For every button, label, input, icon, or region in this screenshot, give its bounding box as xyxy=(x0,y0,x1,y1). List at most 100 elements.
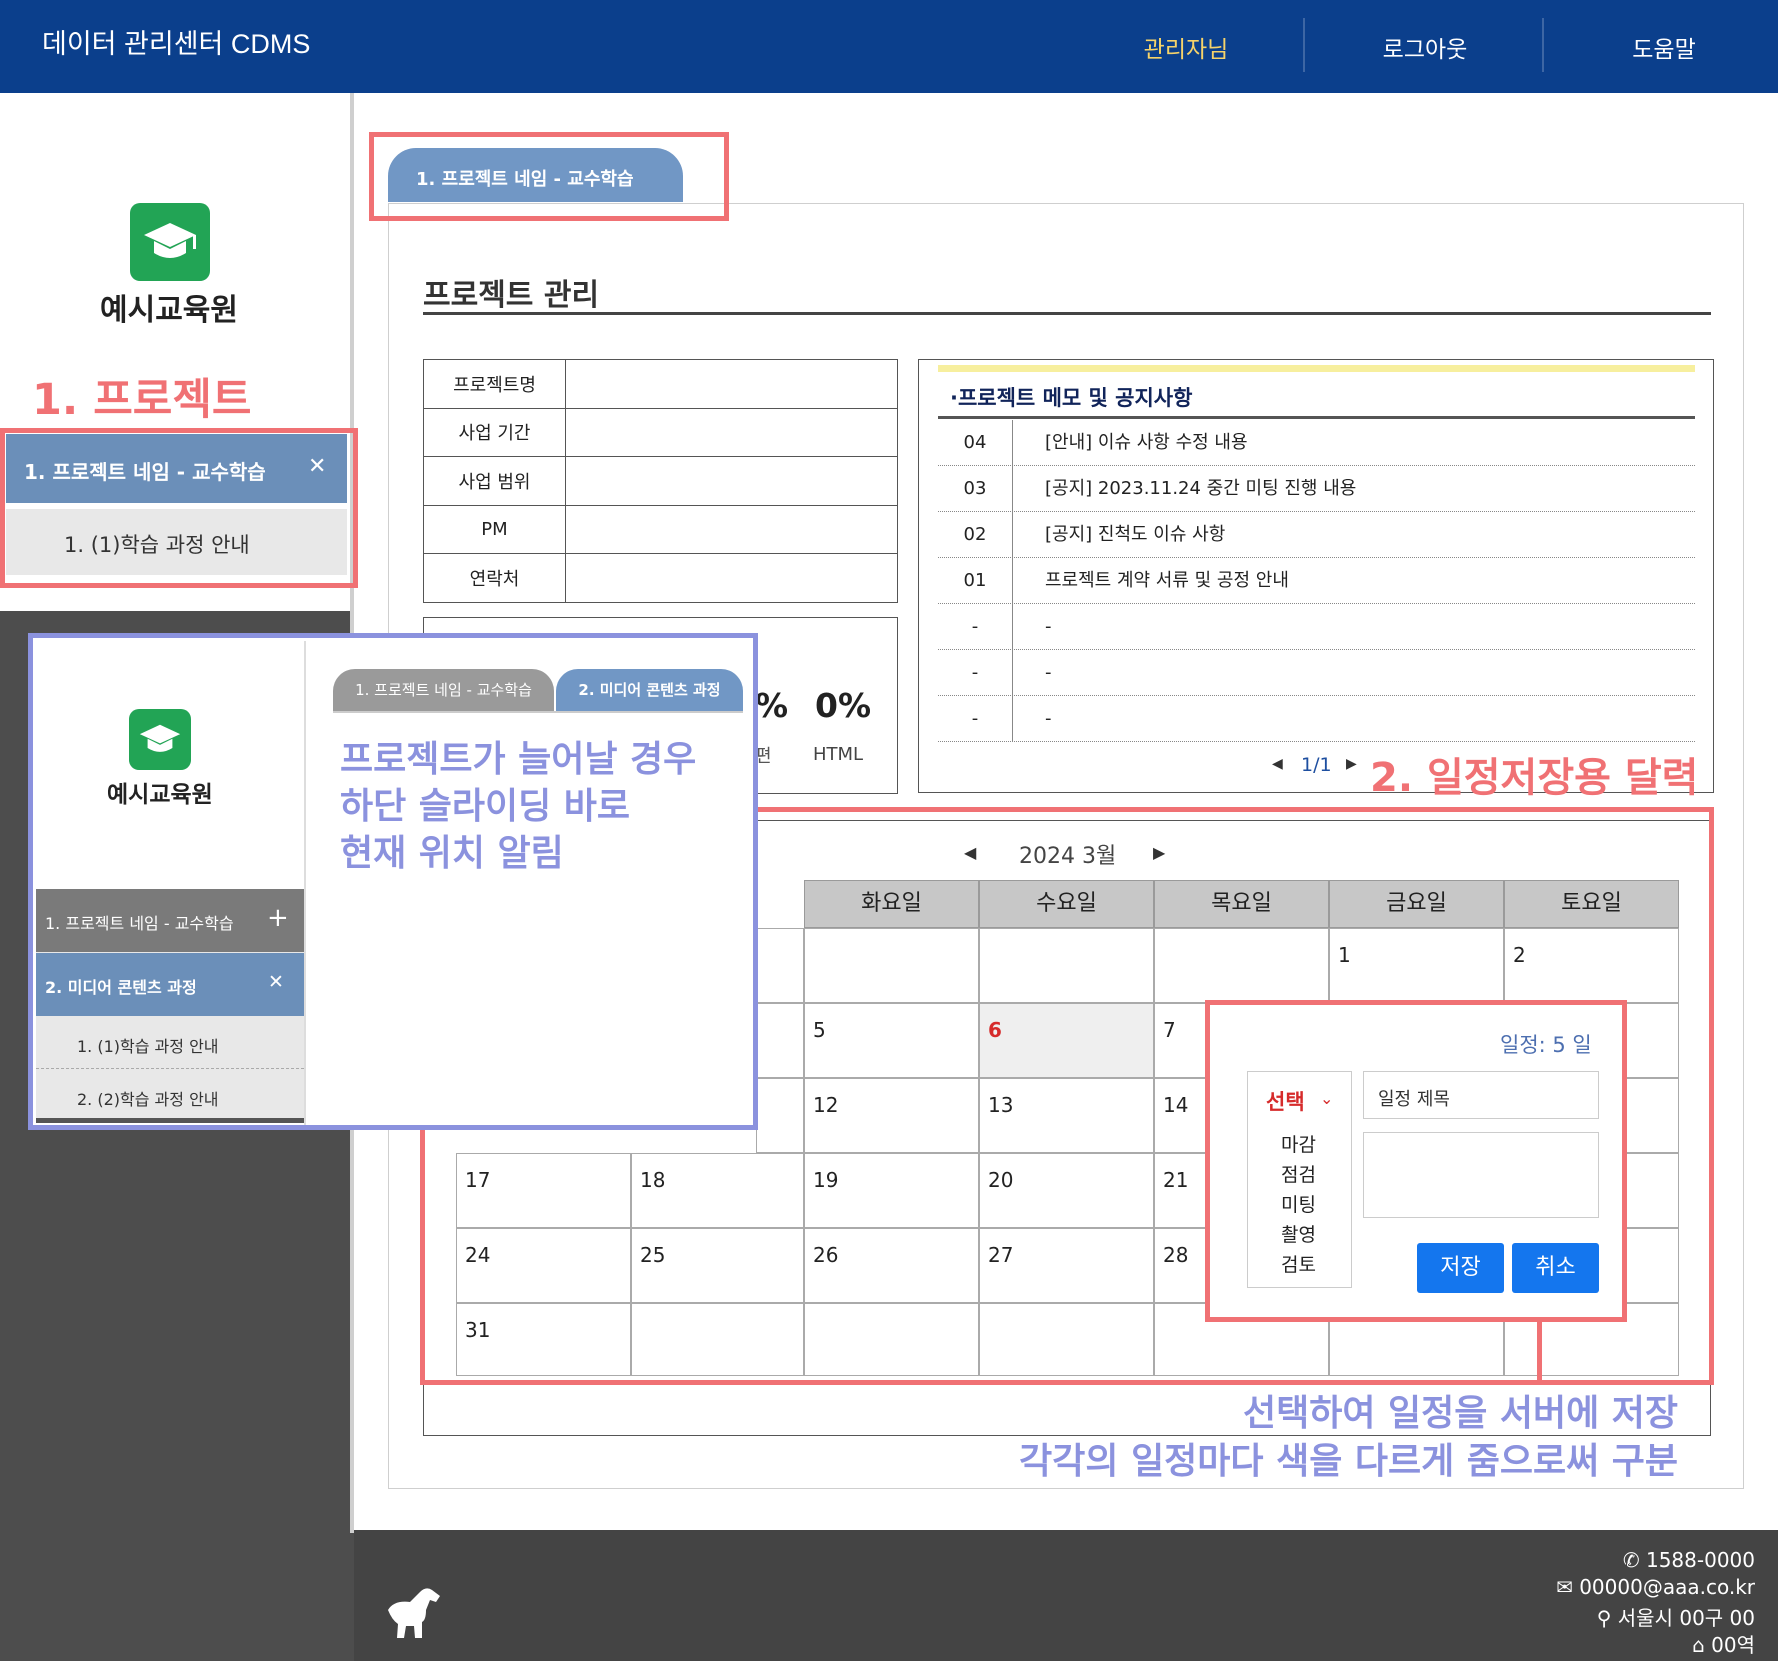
info-value-period[interactable] xyxy=(565,407,898,457)
notice-row[interactable]: 01 프로젝트 계약 서류 및 공정 안내 xyxy=(938,558,1695,604)
chevron-down-icon[interactable]: ⌄ xyxy=(1320,1089,1333,1108)
notice-title: ·프로젝트 메모 및 공지사항 xyxy=(950,386,1193,410)
preview-subitem[interactable]: 2. (2)학습 과정 안내 xyxy=(36,1069,304,1122)
annotation-line: 선택하여 일정을 서버에 저장 xyxy=(1242,1393,1678,1434)
preview-divider xyxy=(304,641,306,1125)
cancel-button[interactable]: 취소 xyxy=(1512,1243,1599,1293)
org-name: 예시교육원 xyxy=(100,293,238,328)
menu-item-label: 1. 프로젝트 네임 - 교수학습 xyxy=(45,914,234,933)
org-logo-icon xyxy=(129,709,191,770)
nav-admin-link[interactable]: 관리자님 xyxy=(1106,30,1266,64)
sidebar-menu-highlight: 1. 프로젝트 네임 - 교수학습 ✕ 1. (1)학습 과정 안내 xyxy=(0,428,358,588)
notice-row: -- xyxy=(938,604,1695,650)
pager-prev-icon[interactable]: ◀ xyxy=(1272,756,1283,772)
page-title: 프로젝트 관리 xyxy=(423,278,600,313)
plus-icon[interactable]: + xyxy=(267,903,289,933)
stat-html-percent: 0% xyxy=(815,686,872,725)
stat-percent: % xyxy=(755,686,789,725)
pager-indicator: 1/1 xyxy=(1301,754,1332,776)
nav-help-link[interactable]: 도움말 xyxy=(1584,30,1744,64)
subitem-label: 2. (2)학습 과정 안내 xyxy=(77,1090,219,1109)
phone-icon: ✆ xyxy=(1622,1548,1646,1572)
close-icon[interactable]: ✕ xyxy=(268,971,284,993)
footer-phone: ✆ 1588-0000 xyxy=(1623,1548,1755,1572)
nav-logout-link[interactable]: 로그아웃 xyxy=(1345,30,1505,64)
dropdown-option[interactable]: 촬영 xyxy=(1281,1220,1316,1250)
notice-number: 04 xyxy=(938,420,1013,465)
stat-html-label: HTML xyxy=(813,744,864,765)
footer-station: ⌂ 00역 xyxy=(1692,1629,1755,1658)
annotation-line: 현재 위치 알림 xyxy=(340,833,564,874)
notice-title-text: [공지] 진척도 이슈 사항 xyxy=(1045,524,1226,545)
info-label: PM xyxy=(423,504,566,554)
notice-divider xyxy=(938,416,1695,419)
org-name: 예시교육원 xyxy=(107,782,213,808)
notice-title-text: - xyxy=(1045,616,1052,637)
pager-next-icon[interactable]: ▶ xyxy=(1346,756,1357,772)
org-logo-icon xyxy=(130,203,210,281)
footer-address: ⚲ 서울시 00구 00 xyxy=(1597,1602,1755,1631)
footer-address-text: 서울시 00구 00 xyxy=(1617,1606,1755,1630)
horse-logo-icon xyxy=(378,1580,444,1646)
info-label: 사업 범위 xyxy=(423,456,566,506)
notice-number: 03 xyxy=(938,466,1013,511)
info-label: 프로젝트명 xyxy=(423,359,566,409)
schedule-title-input[interactable]: 일정 제목 xyxy=(1363,1071,1599,1119)
tab-media-active[interactable]: 2. 미디어 콘텐츠 과정 xyxy=(556,669,743,711)
mail-icon: ✉ xyxy=(1556,1575,1580,1599)
schedule-type-dropdown[interactable]: 선택 ⌄ 마감 점검 미팅 촬영 검토 xyxy=(1247,1071,1352,1288)
notice-number: - xyxy=(938,604,1013,649)
preview-menu-item-project[interactable]: 1. 프로젝트 네임 - 교수학습 + xyxy=(36,889,304,952)
info-value-pm[interactable] xyxy=(565,504,898,554)
dropdown-option[interactable]: 검토 xyxy=(1281,1250,1316,1280)
annotation-highlight-box xyxy=(369,132,729,221)
notice-title-text: 프로젝트 계약 서류 및 공정 안내 xyxy=(1045,570,1289,591)
footer-station-text: 00역 xyxy=(1711,1633,1755,1657)
annotation-line: 하단 슬라이딩 바로 xyxy=(340,786,631,827)
info-label: 연락처 xyxy=(423,553,566,603)
notice-title-text: [공지] 2023.11.24 중간 미팅 진행 내용 xyxy=(1045,478,1357,499)
title-underline xyxy=(423,312,1711,315)
save-button[interactable]: 저장 xyxy=(1417,1243,1504,1293)
schedule-memo-textarea[interactable] xyxy=(1363,1132,1599,1218)
dropdown-option[interactable]: 미팅 xyxy=(1281,1190,1316,1220)
location-pin-icon: ⚲ xyxy=(1596,1606,1618,1630)
preview-menu-item-media[interactable]: 2. 미디어 콘텐츠 과정 ✕ xyxy=(36,953,304,1016)
home-icon: ⌂ xyxy=(1692,1633,1712,1657)
info-value-project-name[interactable] xyxy=(565,359,898,409)
dropdown-label[interactable]: 선택 xyxy=(1266,1086,1305,1116)
notice-number: - xyxy=(938,650,1013,695)
dropdown-option[interactable]: 점검 xyxy=(1281,1160,1316,1190)
notice-row[interactable]: 02 [공지] 진척도 이슈 사항 xyxy=(938,512,1695,558)
annotation-project-label: 1. 프로젝트 xyxy=(32,375,252,425)
preview-subitem[interactable]: 1. (1)학습 과정 안내 xyxy=(36,1016,304,1069)
notice-row[interactable]: 04 [안내] 이슈 사항 수정 내용 xyxy=(938,420,1695,466)
schedule-popup: 일정: 5 일 선택 ⌄ 마감 점검 미팅 촬영 검토 일정 제목 저장 취소 xyxy=(1205,1000,1627,1322)
notice-number: - xyxy=(938,696,1013,741)
app-title: 데이터 관리센터 CDMS xyxy=(42,29,311,59)
footer-email-text: 00000@aaa.co.kr xyxy=(1579,1575,1755,1599)
annotation-line: 각각의 일정마다 색을 다르게 줌으로써 구분 xyxy=(1019,1441,1678,1482)
notice-title-text: - xyxy=(1045,708,1052,729)
nav-divider xyxy=(1542,18,1544,72)
info-value-scope[interactable] xyxy=(565,456,898,506)
project-info-table: 프로젝트명 사업 기간 사업 범위 PM 연락처 xyxy=(423,359,898,603)
annotation-calendar-label: 2. 일정저장용 달력 xyxy=(1370,755,1699,801)
schedule-duration: 일정: 5 일 xyxy=(1500,1033,1592,1057)
footer-phone-text: 1588-0000 xyxy=(1645,1548,1755,1572)
slide-indicator-bar[interactable] xyxy=(36,1118,304,1123)
info-value-contact[interactable] xyxy=(565,553,898,603)
tab-underline xyxy=(333,711,743,721)
annotation-line: 프로젝트가 늘어날 경우 xyxy=(340,739,697,780)
notice-row: -- xyxy=(938,650,1695,696)
annotation-save-note: 선택하여 일정을 서버에 저장 각각의 일정마다 색을 다르게 줌으로써 구분 xyxy=(1000,1390,1678,1486)
notice-row[interactable]: 03 [공지] 2023.11.24 중간 미팅 진행 내용 xyxy=(938,466,1695,512)
tab-project-inactive[interactable]: 1. 프로젝트 네임 - 교수학습 xyxy=(333,669,554,711)
notice-row: -- xyxy=(938,696,1695,742)
input-placeholder: 일정 제목 xyxy=(1378,1089,1450,1110)
dropdown-option[interactable]: 마감 xyxy=(1281,1130,1316,1160)
notice-number: 02 xyxy=(938,512,1013,557)
menu-item-label: 2. 미디어 콘텐츠 과정 xyxy=(45,978,197,997)
annotation-highlight-box xyxy=(0,428,358,588)
footer: ✆ 1588-0000 ✉ 00000@aaa.co.kr ⚲ 서울시 00구 … xyxy=(354,1530,1778,1661)
